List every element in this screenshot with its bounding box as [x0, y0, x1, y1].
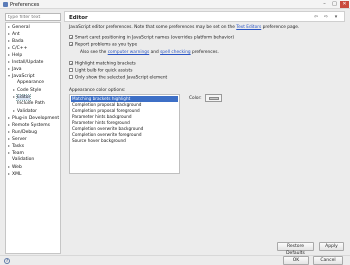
color-label: Color:: [189, 96, 202, 101]
minimize-icon[interactable]: –: [320, 1, 329, 8]
appearance-color-label: Appearance color options:: [69, 88, 126, 93]
tree-item-javascript[interactable]: ▾ JavaScript: [8, 73, 35, 79]
view-menu-icon[interactable]: ▾: [332, 14, 340, 20]
dialog-footer: ? OK Cancel: [0, 255, 350, 265]
tree-item-install-update[interactable]: ▸ Install/Update: [8, 59, 43, 65]
window-title: Preferences: [10, 1, 40, 8]
compiler-warnings-link[interactable]: computer warnings: [108, 50, 150, 55]
editor-preference-page: JavaScript editor preferences. Note that…: [64, 22, 345, 256]
intro-text: JavaScript editor preferences. Note that…: [69, 25, 300, 30]
tree-item-include-path[interactable]: Include Path: [13, 101, 45, 107]
forward-arrow-icon[interactable]: ⇨: [322, 14, 330, 20]
tree-item-ant[interactable]: ▸ Ant: [8, 31, 20, 37]
tree-item-validator[interactable]: ▸ Validator: [13, 108, 37, 114]
tree-item-server[interactable]: ▸ Server: [8, 136, 27, 142]
tree-item-appearance[interactable]: Appearance: [13, 80, 44, 86]
tree-item-bada[interactable]: ▸ Bada: [8, 38, 23, 44]
help-icon[interactable]: ?: [4, 257, 10, 264]
tree-item-code-style[interactable]: ▸ Code Style: [13, 87, 41, 93]
light-bulb-checkbox[interactable]: Light bulb for quick assists: [69, 67, 132, 74]
text-editors-link[interactable]: Text Editors: [236, 25, 261, 30]
tree-item-help[interactable]: ▸ Help: [8, 52, 22, 58]
checkbox-icon[interactable]: ✓: [69, 41, 73, 46]
appearance-color-list[interactable]: Matching brackets highlight Completion p…: [69, 94, 180, 174]
color-picker-button[interactable]: [205, 94, 222, 102]
checkbox-icon[interactable]: ✓: [69, 34, 73, 39]
ok-button[interactable]: OK: [283, 256, 309, 265]
show-selected-element-checkbox[interactable]: Only show the selected JavaScript elemen…: [69, 74, 167, 81]
tree-item-java[interactable]: ▸ Java: [8, 66, 22, 72]
app-icon: [3, 2, 8, 7]
close-icon[interactable]: ✕: [340, 1, 349, 8]
preferences-tree[interactable]: ▸ General ▸ Ant ▸ Bada ▸ C/C++ ▸ Help ▸ Instal…: [5, 22, 61, 254]
checkbox-icon[interactable]: ✓: [69, 60, 73, 65]
restore-defaults-button[interactable]: Restore Defaults: [277, 242, 314, 256]
tree-item-tasks[interactable]: ▸ Tasks: [8, 143, 24, 149]
tree-item-team[interactable]: ▸ Team: [8, 150, 24, 156]
highlight-brackets-checkbox[interactable]: ✓ Highlight matching brackets: [69, 60, 136, 67]
tree-item-plugin-development[interactable]: ▸ Plug-in Development: [8, 115, 59, 121]
cancel-button[interactable]: Cancel: [313, 256, 343, 265]
tree-item-remote-systems[interactable]: ▸ Remote Systems: [8, 122, 50, 128]
tree-item-run-debug[interactable]: ▸ Run/Debug: [8, 129, 37, 135]
back-arrow-icon[interactable]: ⇦: [312, 14, 320, 20]
maximize-icon[interactable]: □: [330, 1, 339, 8]
tree-item-cpp[interactable]: ▸ C/C++: [8, 45, 27, 51]
page-header: Editor ⇦ ⇨ ▾: [64, 11, 345, 22]
report-problems-checkbox[interactable]: ✓ Report problems as you type: [69, 41, 137, 48]
page-title: Editor: [69, 14, 88, 21]
list-item[interactable]: Source hover background: [72, 138, 126, 144]
preferences-window: Preferences – □ ✕ ▸General ▸Ant ▸Bada ▸C…: [0, 0, 350, 265]
see-also-text: Also see the computer warnings and spell…: [80, 50, 219, 55]
tree-item-web[interactable]: ▸ Web: [8, 164, 22, 170]
tree-item-general[interactable]: ▸ General: [8, 24, 30, 30]
title-bar: Preferences – □ ✕: [0, 0, 350, 9]
tree-item-validation[interactable]: Validation: [8, 157, 34, 163]
color-swatch: [209, 97, 219, 100]
spell-checking-link[interactable]: spell checking: [160, 50, 191, 55]
tree-item-editor[interactable]: ▸ Editor: [13, 94, 32, 101]
checkbox-icon[interactable]: [69, 74, 73, 79]
smart-caret-checkbox[interactable]: ✓ Smart caret positioning in JavaScript n…: [69, 34, 234, 41]
filter-input[interactable]: [5, 13, 61, 21]
apply-button[interactable]: Apply: [319, 242, 344, 251]
tree-item-xml[interactable]: ▸ XML: [8, 171, 21, 177]
checkbox-icon[interactable]: [69, 67, 73, 72]
